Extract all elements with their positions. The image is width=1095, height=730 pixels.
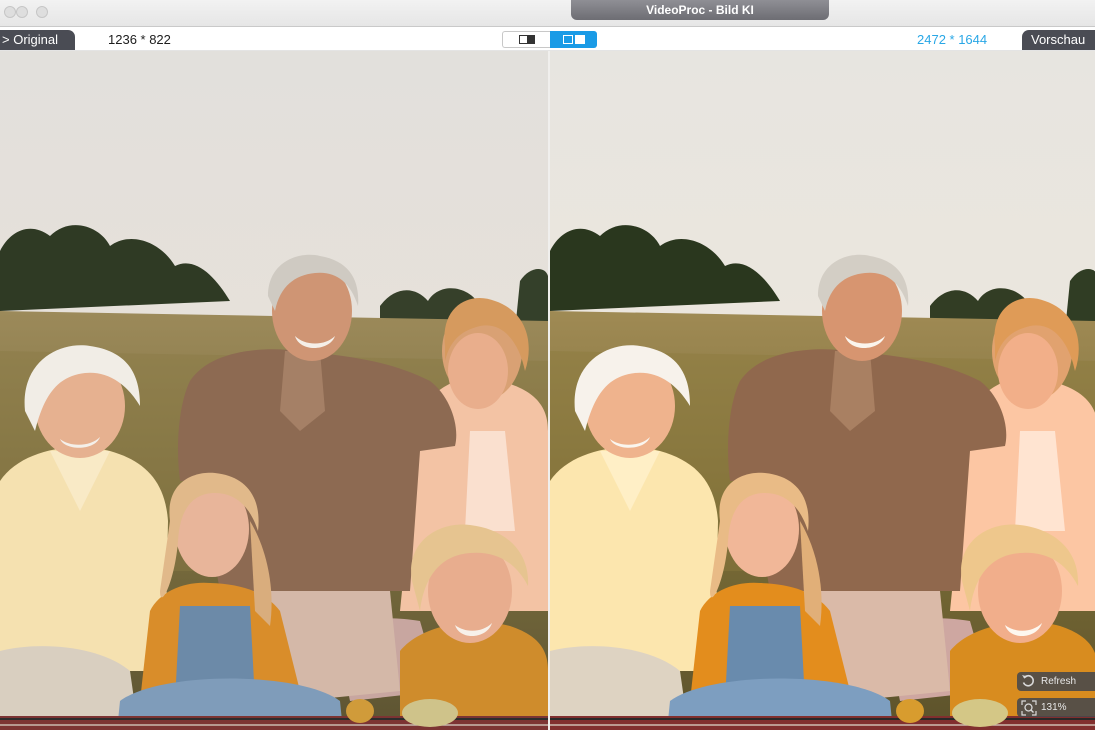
minimize-window-button[interactable] [16, 6, 28, 18]
preview-photo [550, 51, 1095, 730]
single-view-icon [518, 35, 535, 44]
zoom-icon [1021, 700, 1037, 716]
preview-image-pane[interactable] [550, 51, 1095, 730]
original-image-pane[interactable] [0, 51, 548, 730]
window-title: VideoProc - Bild KI [571, 0, 829, 20]
preview-tab[interactable]: Vorschau [1022, 30, 1095, 50]
refresh-button[interactable]: Refresh [1017, 672, 1095, 691]
split-view-button[interactable] [550, 31, 597, 48]
compare-toolbar: > Original 1236 * 822 2472 * 1644 Vorsch… [0, 28, 1095, 51]
zoom-window-button[interactable] [36, 6, 48, 18]
zoom-control[interactable]: 131% [1017, 698, 1095, 717]
original-tab[interactable]: > Original [0, 30, 75, 50]
refresh-label: Refresh [1041, 676, 1077, 687]
refresh-icon [1022, 674, 1034, 687]
view-mode-toggle [502, 31, 597, 48]
original-photo [0, 51, 548, 730]
split-view-icon [562, 35, 585, 44]
zoom-level: 131% [1041, 702, 1067, 713]
single-view-button[interactable] [502, 31, 550, 48]
close-window-button[interactable] [4, 6, 16, 18]
preview-resolution: 2472 * 1644 [917, 32, 988, 47]
original-resolution: 1236 * 822 [108, 32, 171, 47]
title-bar: VideoProc - Bild KI [0, 0, 1095, 27]
